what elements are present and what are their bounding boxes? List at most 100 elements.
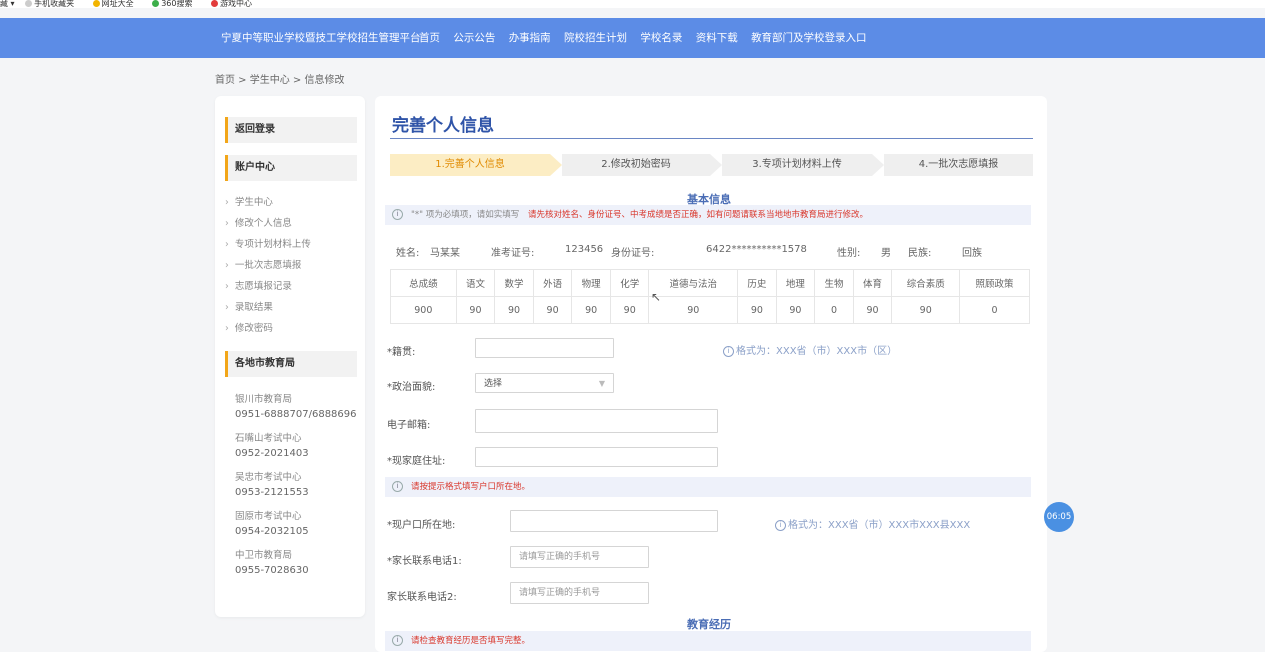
nav-link-downloads[interactable]: 资料下载 xyxy=(696,32,738,44)
score-value: 90 xyxy=(571,296,611,324)
nav-link-schools[interactable]: 学校名录 xyxy=(640,32,682,44)
score-header: 综合素质 xyxy=(891,269,961,297)
score-value: 90 xyxy=(891,296,961,324)
back-login-button[interactable]: 返回登录 xyxy=(225,117,357,143)
step-bar: 1.完善个人信息 2.修改初始密码 3.专项计划材料上传 4.一批次志愿填报 xyxy=(390,154,1033,176)
info-id-label: 身份证号: xyxy=(611,248,655,259)
score-value-row: 900 90 90 90 90 90 90 90 90 0 90 90 0 xyxy=(390,296,1030,324)
notice-education: i 请检查教育经历是否填写完整。 xyxy=(385,631,1031,651)
timer-badge[interactable]: 06:05 xyxy=(1044,502,1074,532)
info-name-label: 姓名: xyxy=(396,248,420,259)
page-title: 完善个人信息 xyxy=(392,116,494,136)
chevron-down-icon: ▼ xyxy=(598,379,605,388)
score-header: 生物 xyxy=(814,269,854,297)
bookmark-item[interactable]: 手机收藏夹 xyxy=(25,0,82,8)
info-icon: i xyxy=(775,519,786,531)
score-header: 语文 xyxy=(455,269,496,297)
score-value: 90 xyxy=(737,296,777,324)
score-header: 地理 xyxy=(775,269,816,297)
score-header: 照顾政策 xyxy=(959,269,1030,297)
bookmark-item[interactable]: 游戏中心 xyxy=(211,0,260,8)
info-icon: i xyxy=(392,481,403,492)
score-value: 900 xyxy=(390,296,457,324)
jiguan-hint: i 格式为：XXX省（市）XXX市（区） xyxy=(723,342,897,357)
education-heading: 教育经历 xyxy=(687,618,731,631)
sidebar-item-results[interactable]: 录取结果 xyxy=(225,299,273,313)
notice-hukou: i 请按提示格式填写户口所在地。 xyxy=(385,477,1031,497)
score-value: 0 xyxy=(959,296,1030,324)
phone2-label: 家长联系电话2: xyxy=(387,592,457,603)
hukou-input[interactable] xyxy=(510,510,718,532)
step-arrow xyxy=(710,154,722,176)
hukou-label: *现户口所在地: xyxy=(387,520,456,531)
edu-bureau-phone: 0953-2121553 xyxy=(235,487,309,498)
score-value: 90 xyxy=(648,296,739,324)
info-exam: 123456 xyxy=(565,244,604,255)
score-header: 化学 xyxy=(609,269,650,297)
bookmark-item[interactable]: 360搜索 xyxy=(152,0,200,8)
top-nav: 宁夏中等职业学校暨技工学校招生管理平台 首页 公示公告 办事指南 院校招生计划 … xyxy=(0,18,1265,58)
score-header: 物理 xyxy=(571,269,611,297)
score-value: 90 xyxy=(609,296,650,324)
politics-select[interactable]: 选择 ▼ xyxy=(475,373,614,393)
score-value: 90 xyxy=(532,296,573,324)
score-header: 历史 xyxy=(737,269,777,297)
sidebar-item-student-center[interactable]: 学生中心 xyxy=(225,194,273,208)
edu-bureau-name: 石嘴山考试中心 xyxy=(235,433,302,444)
bookmark-item[interactable]: 网址大全 xyxy=(92,0,142,8)
hukou-hint: i 格式为：XXX省（市）XXX市XXX县XXX xyxy=(775,516,970,531)
sidebar-item-records[interactable]: 志愿填报记录 xyxy=(225,278,292,292)
score-value: 90 xyxy=(455,296,496,324)
edu-bureau-name: 中卫市教育局 xyxy=(235,550,293,561)
email-field[interactable] xyxy=(475,409,718,433)
info-icon: i xyxy=(392,635,403,646)
address-input[interactable] xyxy=(475,447,718,467)
email-label: 电子邮箱: xyxy=(387,420,431,431)
jiguan-input[interactable] xyxy=(475,338,614,358)
edu-bureau-name: 银川市教育局 xyxy=(235,394,293,405)
phone1-label: *家长联系电话1: xyxy=(387,556,462,567)
nav-link-login-portal[interactable]: 教育部门及学校登录入口 xyxy=(751,32,867,44)
game-icon xyxy=(211,0,219,7)
globe-icon xyxy=(92,0,100,7)
edu-bureau-heading: 各地市教育局 xyxy=(225,351,357,377)
politics-label: *政治面貌: xyxy=(387,382,436,393)
sidebar-item-first-batch[interactable]: 一批次志愿填报 xyxy=(225,257,302,271)
bookmark-bar: 藏 ▾ 手机收藏夹 网址大全 360搜索 游戏中心 xyxy=(0,0,1265,8)
account-center-heading: 账户中心 xyxy=(225,155,357,181)
bookmark-menu[interactable]: 藏 ▾ xyxy=(0,0,15,8)
score-table: 总成绩 语文 数学 外语 物理 化学 道德与法治 历史 地理 生物 体育 综合素… xyxy=(390,269,1030,324)
edu-bureau-phone: 0955-7028630 xyxy=(235,565,309,576)
info-ethnic-label: 民族: xyxy=(908,248,932,259)
edu-bureau-phone: 0954-2032105 xyxy=(235,526,309,537)
site-title[interactable]: 宁夏中等职业学校暨技工学校招生管理平台 xyxy=(221,18,421,58)
info-gender-label: 性别: xyxy=(837,248,861,259)
info-id: 6422**********1578 xyxy=(706,244,807,255)
sidebar-item-password[interactable]: 修改密码 xyxy=(225,320,273,334)
score-header: 体育 xyxy=(852,269,893,297)
sidebar-item-edit-info[interactable]: 修改个人信息 xyxy=(225,215,292,229)
jiguan-label: *籍贯: xyxy=(387,347,416,358)
sidebar-item-upload[interactable]: 专项计划材料上传 xyxy=(225,236,311,250)
score-value: 90 xyxy=(494,296,534,324)
nav-link-notices[interactable]: 公示公告 xyxy=(453,32,495,44)
info-icon: i xyxy=(392,209,403,220)
step-3: 3.专项计划材料上传 xyxy=(722,154,872,176)
address-label: *现家庭住址: xyxy=(387,456,446,467)
step-arrow xyxy=(872,154,884,176)
nav-link-home[interactable]: 首页 xyxy=(419,32,440,44)
phone2-input[interactable]: 请填写正确的手机号 xyxy=(510,582,649,604)
sidebar: 返回登录 账户中心 学生中心 修改个人信息 专项计划材料上传 一批次志愿填报 志… xyxy=(215,96,365,617)
edu-bureau-name: 吴忠市考试中心 xyxy=(235,472,302,483)
info-name: 马某某 xyxy=(430,248,460,259)
phone1-input[interactable]: 请填写正确的手机号 xyxy=(510,546,649,568)
score-header: 道德与法治 xyxy=(648,269,739,297)
step-1: 1.完善个人信息 xyxy=(390,154,550,176)
score-value: 90 xyxy=(852,296,893,324)
score-header: 外语 xyxy=(532,269,573,297)
nav-link-plans[interactable]: 院校招生计划 xyxy=(564,32,627,44)
nav-link-guide[interactable]: 办事指南 xyxy=(509,32,551,44)
edu-bureau-phone: 0951-6888707/6888696 xyxy=(235,409,357,420)
step-4: 4.一批次志愿填报 xyxy=(884,154,1033,176)
search-icon xyxy=(152,0,160,7)
